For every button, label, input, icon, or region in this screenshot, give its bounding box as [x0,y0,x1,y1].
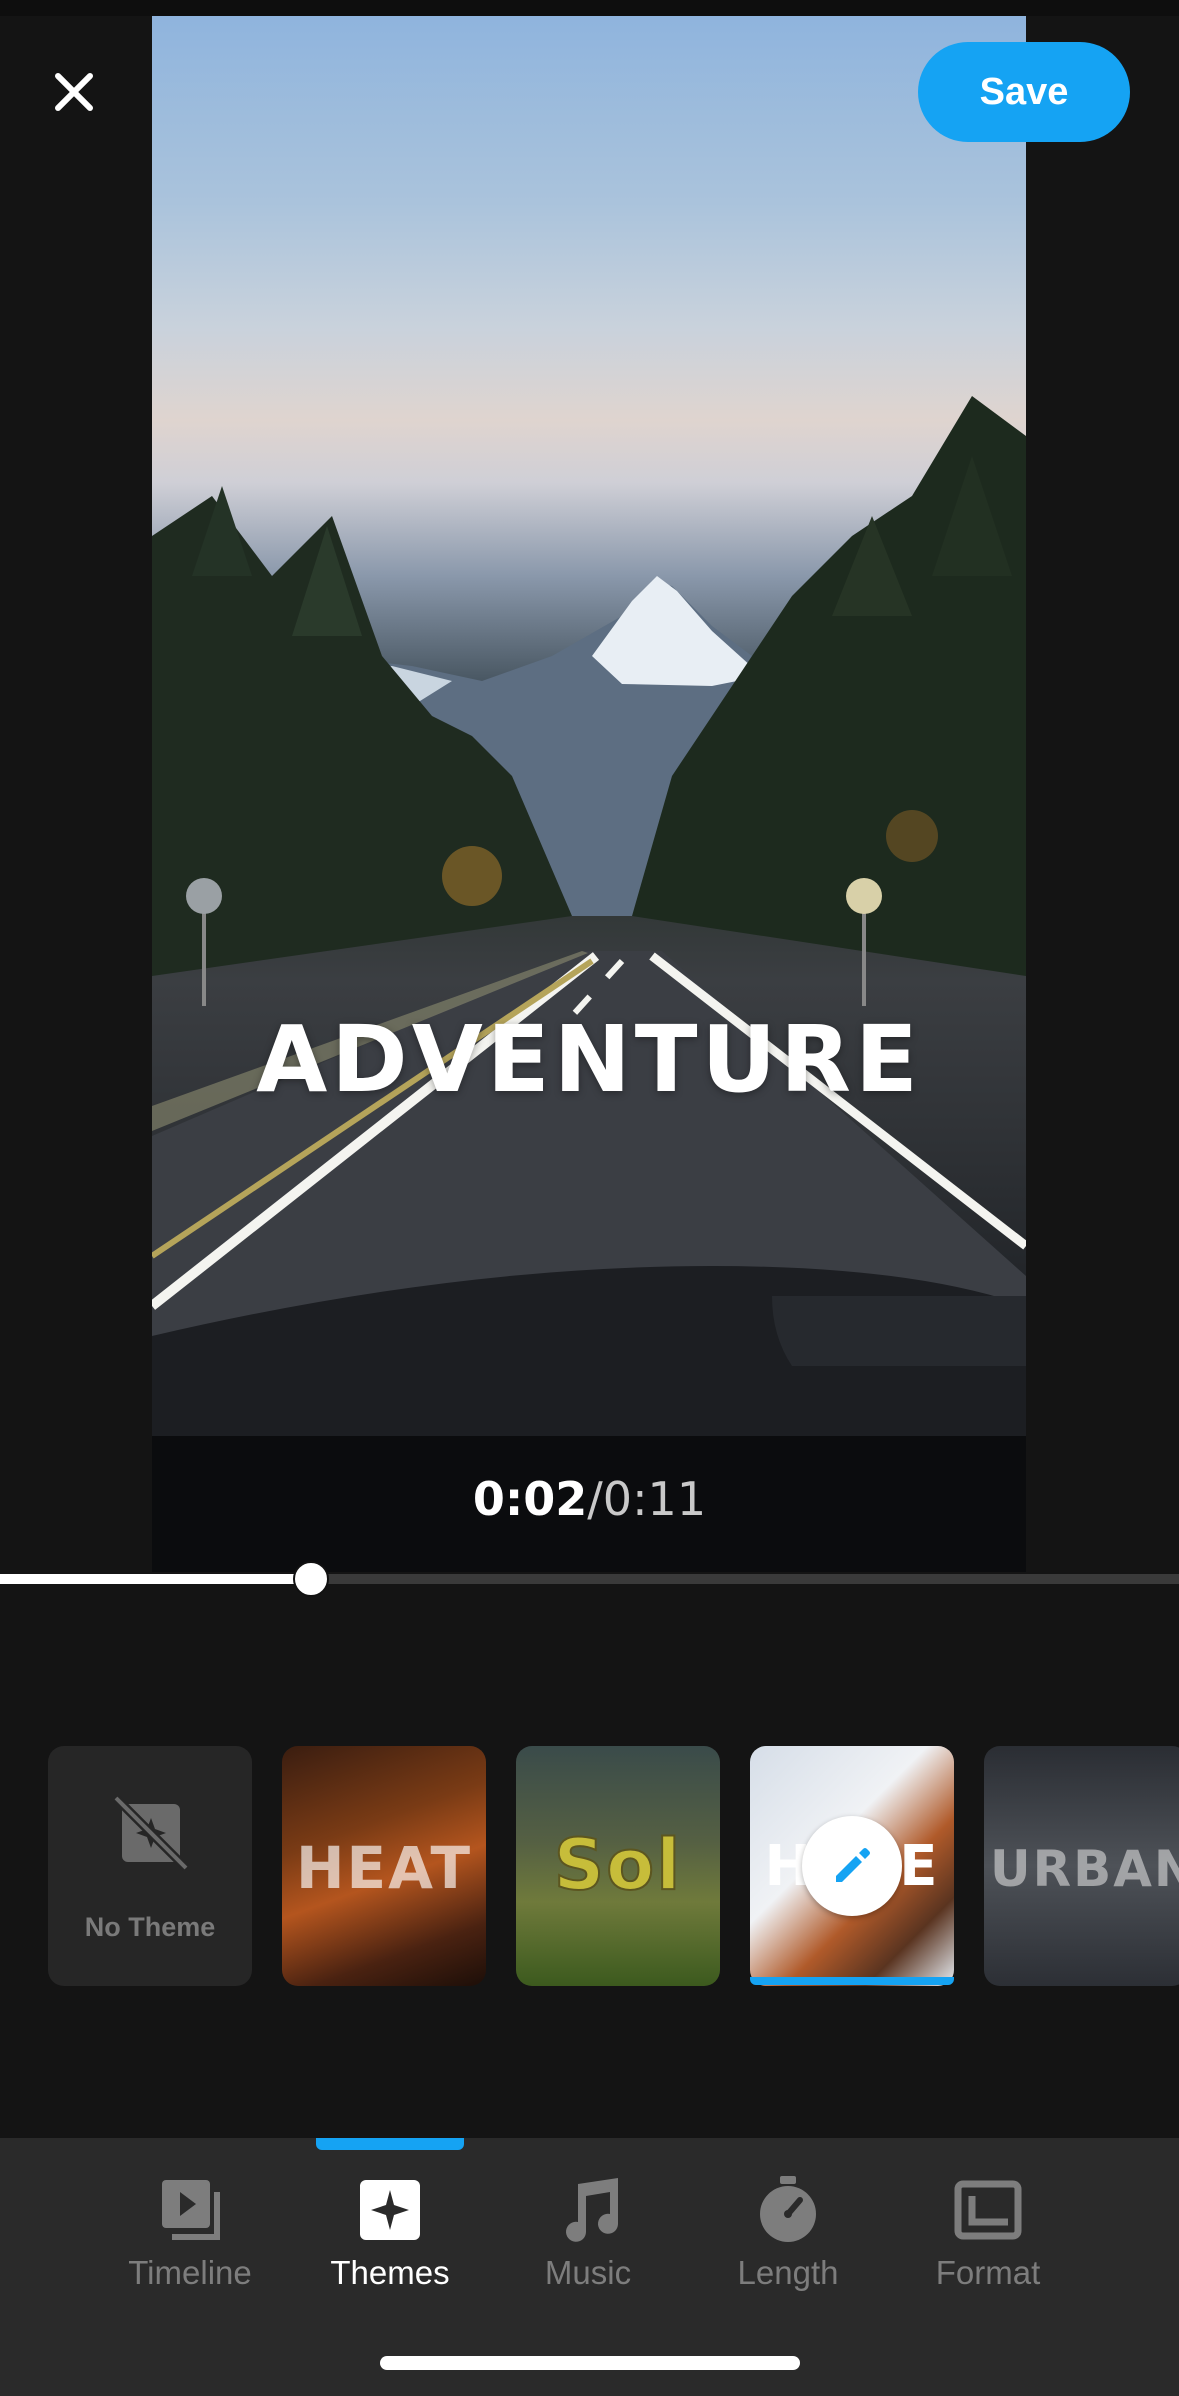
timeline-icon [162,2180,220,2240]
themes-sparkle-icon [360,2180,420,2240]
theme-label: Sol [553,1823,683,1907]
stopwatch-icon [760,2176,816,2242]
video-title-overlay: ADVENTURE [256,1006,922,1113]
format-icon [954,2180,1022,2240]
selected-theme-indicator [750,1977,954,1985]
video-preview[interactable]: ADVENTURE [152,16,1026,1572]
theme-sol[interactable]: Sol [516,1746,720,1986]
status-strip [0,0,1179,16]
close-button[interactable] [46,64,102,120]
no-theme-icon [112,1794,190,1872]
tab-label: Music [544,2254,632,2291]
scrubber-handle[interactable] [293,1561,329,1597]
active-tab-indicator [316,2138,464,2150]
save-button[interactable]: Save [918,42,1130,142]
tab-music[interactable]: Music [498,2170,678,2310]
theme-urban[interactable]: URBAN [984,1746,1179,1986]
close-icon [55,73,93,111]
playback-timecode: 0:02/0:11 [0,1472,1179,1526]
theme-carousel[interactable]: No Theme HEAT Sol H E URBAN [0,1746,1179,1988]
tab-label: Timeline [128,2254,252,2291]
tab-label: Themes [330,2254,450,2291]
theme-label: HEAT [295,1834,473,1902]
tab-themes[interactable]: Themes [300,2170,480,2310]
tab-format[interactable]: Format [898,2170,1078,2310]
scrubber-progress [0,1574,311,1584]
tab-label: Length [737,2254,839,2291]
edit-theme-button[interactable] [802,1816,902,1916]
time-separator: / [587,1472,603,1526]
music-note-icon [566,2178,618,2242]
theme-label: URBAN [990,1840,1179,1898]
total-duration: 0:11 [602,1472,707,1526]
theme-label: No Theme [84,1912,216,1942]
theme-no-theme[interactable]: No Theme [48,1746,252,1986]
tab-length[interactable]: Length [698,2170,878,2310]
tab-label: Format [935,2254,1041,2291]
current-time: 0:02 [472,1472,588,1526]
pencil-icon [836,1848,870,1882]
scene-illustration [152,396,1026,1572]
home-indicator [380,2356,800,2370]
tab-timeline[interactable]: Timeline [100,2170,280,2310]
theme-heat[interactable]: HEAT [282,1746,486,1986]
